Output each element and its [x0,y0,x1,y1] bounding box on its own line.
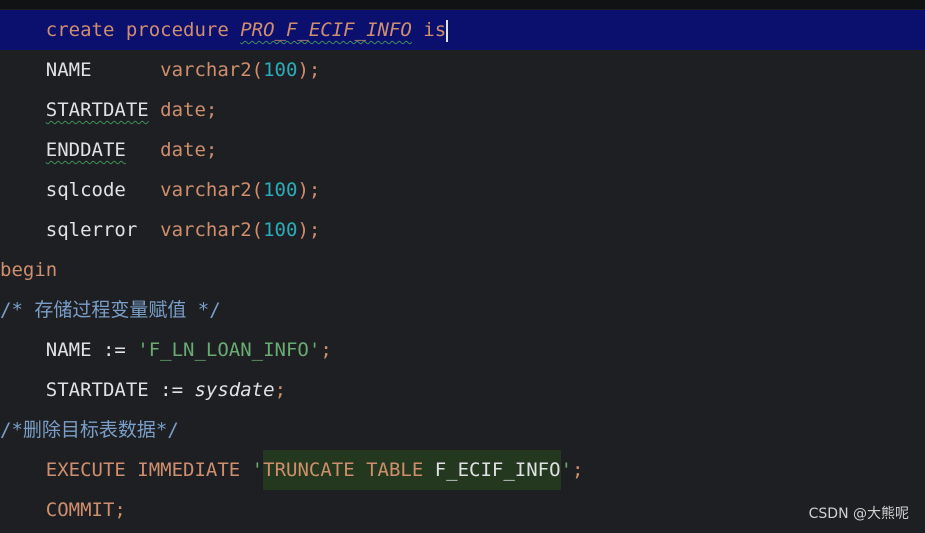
token-keyword: COMMIT; [45,499,126,521]
code-line-2[interactable]: NAME varchar2(100); [0,50,925,90]
token-sql-keyword: TRUNCATE TABLE [263,459,435,481]
token-punct: ; [320,339,332,361]
code-line-9[interactable]: NAME := 'F_LN_LOAN_INFO'; [0,330,925,370]
token-string-quote: ' [560,459,573,481]
token-comment: /* [0,419,23,441]
code-line-8[interactable]: /* 存储过程变量赋值 */ [0,290,925,330]
token-comment-text: 存储过程变量赋值 [34,299,187,321]
token-keyword: is [411,19,447,41]
token-number: 100 [263,219,298,241]
code-line-11[interactable]: /*删除目标表数据*/ [0,410,925,450]
code-line-4[interactable]: ENDDATE date; [0,130,925,170]
text-caret [446,19,449,42]
token-punct: ); [297,59,321,81]
token-type: varchar2( [160,219,264,241]
token-keyword: begin [0,259,58,281]
token-identifier: NAME := [45,339,138,361]
code-editor[interactable]: create procedure PRO_F_ECIF_INFO is NAME… [0,0,925,533]
token-number: 100 [263,59,298,81]
token-procedure-name: PRO_F_ECIF_INFO [240,19,412,41]
code-line-12[interactable]: EXECUTE IMMEDIATE 'TRUNCATE TABLE F_ECIF… [0,450,925,490]
token-punct: ; [572,459,584,481]
token-identifier: sqlerror [45,219,161,241]
token-comment-text: 删除目标表数据 [22,419,156,441]
token-keyword: create procedure [45,19,241,41]
code-line-1[interactable]: create procedure PRO_F_ECIF_INFO is [0,10,925,50]
token-string: 'F_LN_LOAN_INFO' [137,339,321,361]
code-line-5[interactable]: sqlcode varchar2(100); [0,170,925,210]
token-identifier: STARTDATE [45,99,149,121]
token-type: date; [148,99,218,121]
token-string-quote: ' [251,459,264,481]
code-line-7[interactable]: begin [0,250,925,290]
token-type: varchar2( [160,59,264,81]
token-punct: ); [297,219,321,241]
token-identifier: STARTDATE := [45,379,195,401]
token-type: date; [125,139,218,161]
editor-top-strip [0,0,925,9]
token-type: varchar2( [160,179,264,201]
token-table-name: F_ECIF_INFO [434,459,561,481]
token-identifier: sqlcode [45,179,161,201]
watermark-label: CSDN @大熊呢 [808,506,909,522]
token-number: 100 [263,179,298,201]
code-line-3[interactable]: STARTDATE date; [0,90,925,130]
token-punct: ; [274,379,287,401]
token-comment: /* [0,299,35,321]
code-line-13[interactable]: COMMIT; [0,490,925,530]
token-keyword: EXECUTE IMMEDIATE [45,459,252,481]
token-function: sysdate [194,379,275,401]
code-line-10[interactable]: STARTDATE := sysdate; [0,370,925,410]
token-comment: */ [186,299,221,321]
injected-sql-highlight: TRUNCATE TABLE F_ECIF_INFO [263,450,561,490]
token-comment: */ [155,419,179,441]
code-line-6[interactable]: sqlerror varchar2(100); [0,210,925,250]
token-identifier: ENDDATE [45,139,126,161]
token-punct: ); [297,179,321,201]
token-identifier: NAME [45,59,161,81]
